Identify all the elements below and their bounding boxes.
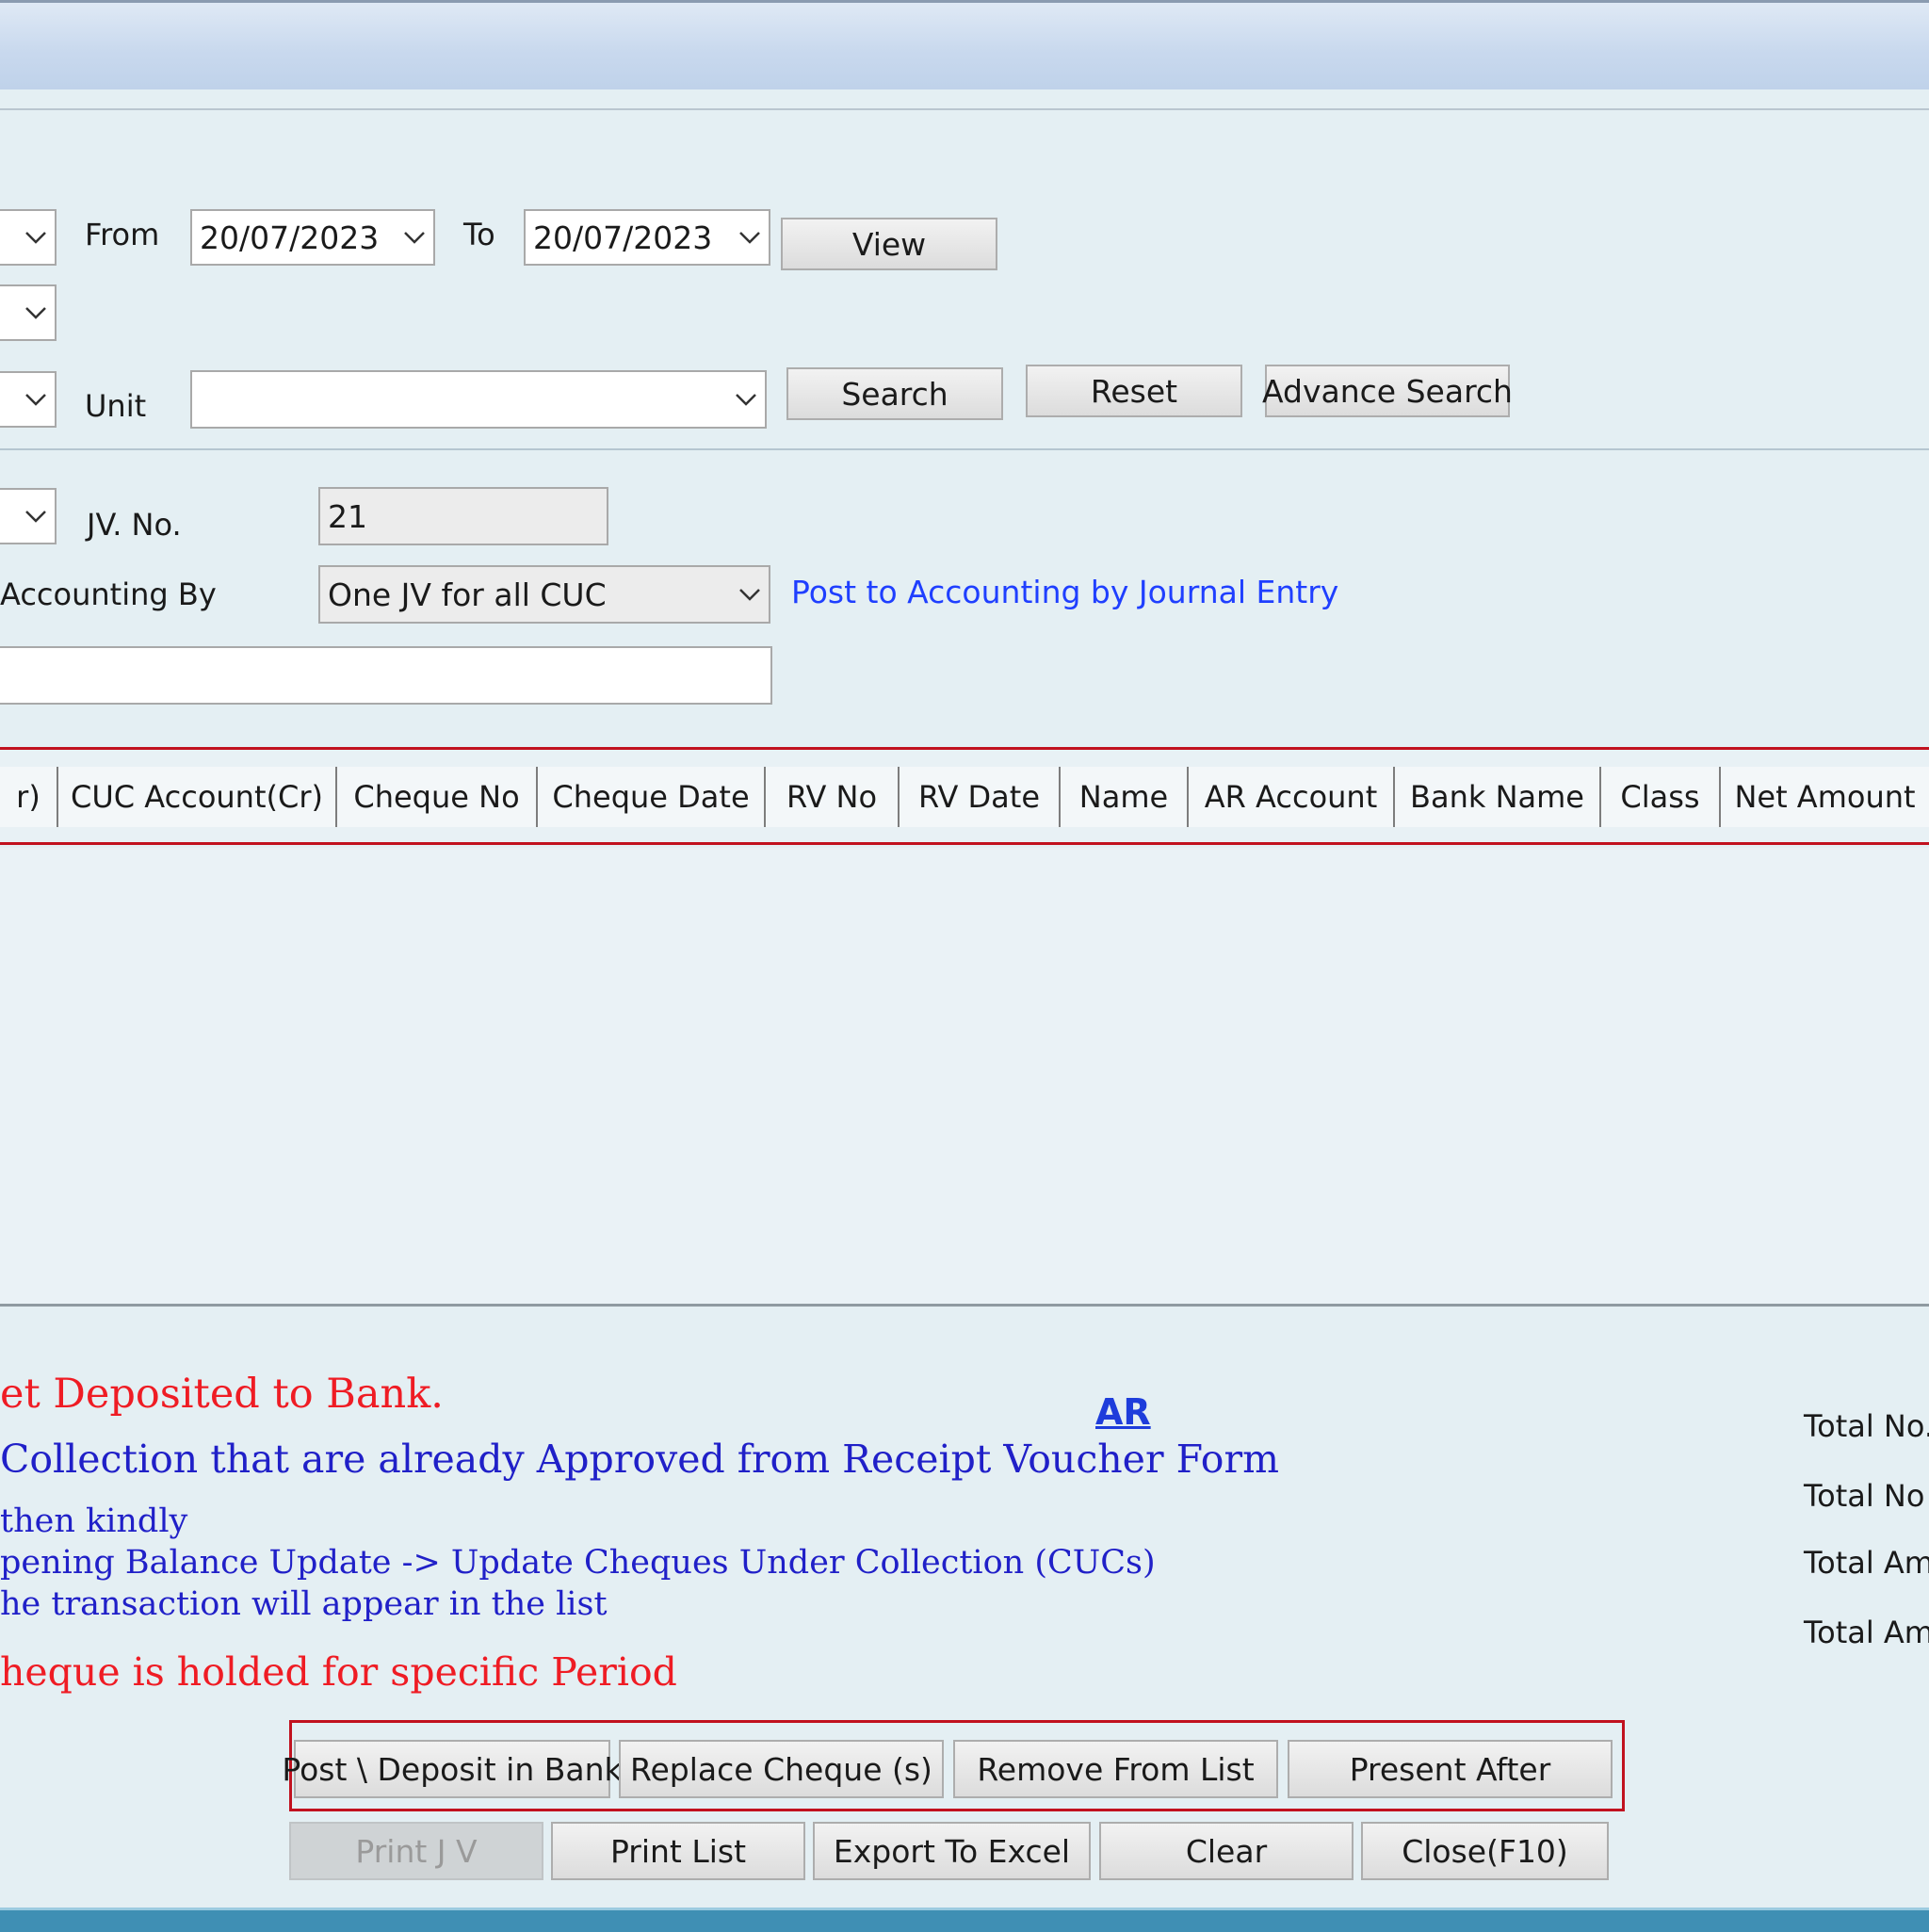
grid-bottom-border [0, 1304, 1929, 1307]
status-bar [0, 1908, 1929, 1932]
chevron-down-icon [731, 567, 769, 622]
to-date-value: 20/07/2023 [533, 219, 713, 256]
accounting-by-text: Accounting By [0, 576, 217, 612]
chevron-down-icon [17, 373, 55, 426]
unit-label: Unit [85, 388, 147, 424]
partial-combo-3[interactable] [0, 371, 57, 428]
accounting-by-value: One JV for all CUC [328, 576, 607, 613]
from-date-value: 20/07/2023 [200, 219, 380, 256]
export-excel-button[interactable]: Export To Excel [813, 1822, 1091, 1880]
chevron-down-icon [17, 490, 55, 543]
print-list-button[interactable]: Print List [551, 1822, 805, 1880]
column-header[interactable]: Cheque No [337, 767, 538, 827]
jv-no-field[interactable]: 21 [318, 487, 608, 545]
grid-body[interactable] [0, 848, 1929, 1304]
to-date-picker[interactable]: 20/07/2023 [524, 209, 770, 266]
ar-link[interactable]: AR [1095, 1391, 1151, 1433]
column-header[interactable]: RV No [766, 767, 900, 827]
clear-button[interactable]: Clear [1099, 1822, 1354, 1880]
total-label-1: Total No. [1804, 1408, 1929, 1444]
from-date-picker[interactable]: 20/07/2023 [190, 209, 435, 266]
total-label-3: Total Amo [1804, 1545, 1929, 1581]
remarks-field[interactable] [0, 646, 772, 705]
from-label: From [85, 217, 160, 252]
chevron-down-icon [17, 286, 55, 339]
total-label-2: Total No c [1804, 1478, 1929, 1514]
accounting-by-select[interactable]: One JV for all CUC [318, 565, 770, 624]
remove-from-list-button[interactable]: Remove From List [953, 1740, 1278, 1798]
advance-search-button[interactable]: Advance Search [1262, 365, 1513, 417]
chevron-down-icon [396, 211, 433, 264]
column-header[interactable]: CUC Account(Cr) [58, 767, 337, 827]
jv-no-label: JV. No. [87, 507, 182, 543]
filter-divider [0, 448, 1929, 450]
note-line-1: et Deposited to Bank. [0, 1371, 444, 1418]
note-line-3: then kindly [0, 1502, 188, 1540]
note-line-6: heque is holded for specific Period [0, 1649, 677, 1695]
column-header[interactable]: RV Date [900, 767, 1061, 827]
note-line-2: Collection that are already Approved fro… [0, 1437, 1279, 1482]
partial-combo-1[interactable] [0, 209, 57, 266]
replace-cheque-button[interactable]: Replace Cheque (s) [619, 1740, 944, 1798]
partial-combo-2[interactable] [0, 284, 57, 341]
post-journal-entry-link[interactable]: Post to Accounting by Journal Entry [791, 574, 1338, 610]
note-line-5: he transaction will appear in the list [0, 1585, 608, 1623]
close-button[interactable]: Close(F10) [1361, 1822, 1609, 1880]
column-header[interactable]: Name [1061, 767, 1189, 827]
chevron-down-icon [17, 211, 55, 264]
chevron-down-icon [727, 372, 765, 427]
to-label: To [463, 217, 495, 252]
unit-select[interactable] [190, 370, 767, 429]
column-header[interactable]: r) [0, 767, 58, 827]
note-line-4: pening Balance Update -> Update Cheques … [0, 1544, 1156, 1582]
post-deposit-button[interactable]: Post \ Deposit in Bank [282, 1740, 623, 1798]
view-button[interactable]: View [781, 218, 997, 270]
present-after-button[interactable]: Present After [1288, 1740, 1613, 1798]
column-header[interactable]: Cheque Date [538, 767, 766, 827]
column-header[interactable]: Class [1601, 767, 1721, 827]
accounting-by-label: Accounting By [0, 576, 217, 612]
window-titlebar [0, 0, 1929, 89]
column-header[interactable]: Net Amount [1721, 767, 1929, 827]
titlebar-divider [0, 108, 1929, 110]
partial-combo-4[interactable] [0, 488, 57, 544]
chevron-down-icon [731, 211, 769, 264]
column-header[interactable]: Bank Name [1395, 767, 1601, 827]
print-jv-button[interactable]: Print J V [289, 1822, 543, 1880]
grid-header: r) CUC Account(Cr) Cheque No Cheque Date… [0, 747, 1929, 845]
total-label-4: Total Amo [1804, 1615, 1929, 1650]
column-header[interactable]: AR Account [1189, 767, 1395, 827]
reset-button[interactable]: Reset [1026, 365, 1242, 417]
search-button[interactable]: Search [786, 367, 1003, 420]
